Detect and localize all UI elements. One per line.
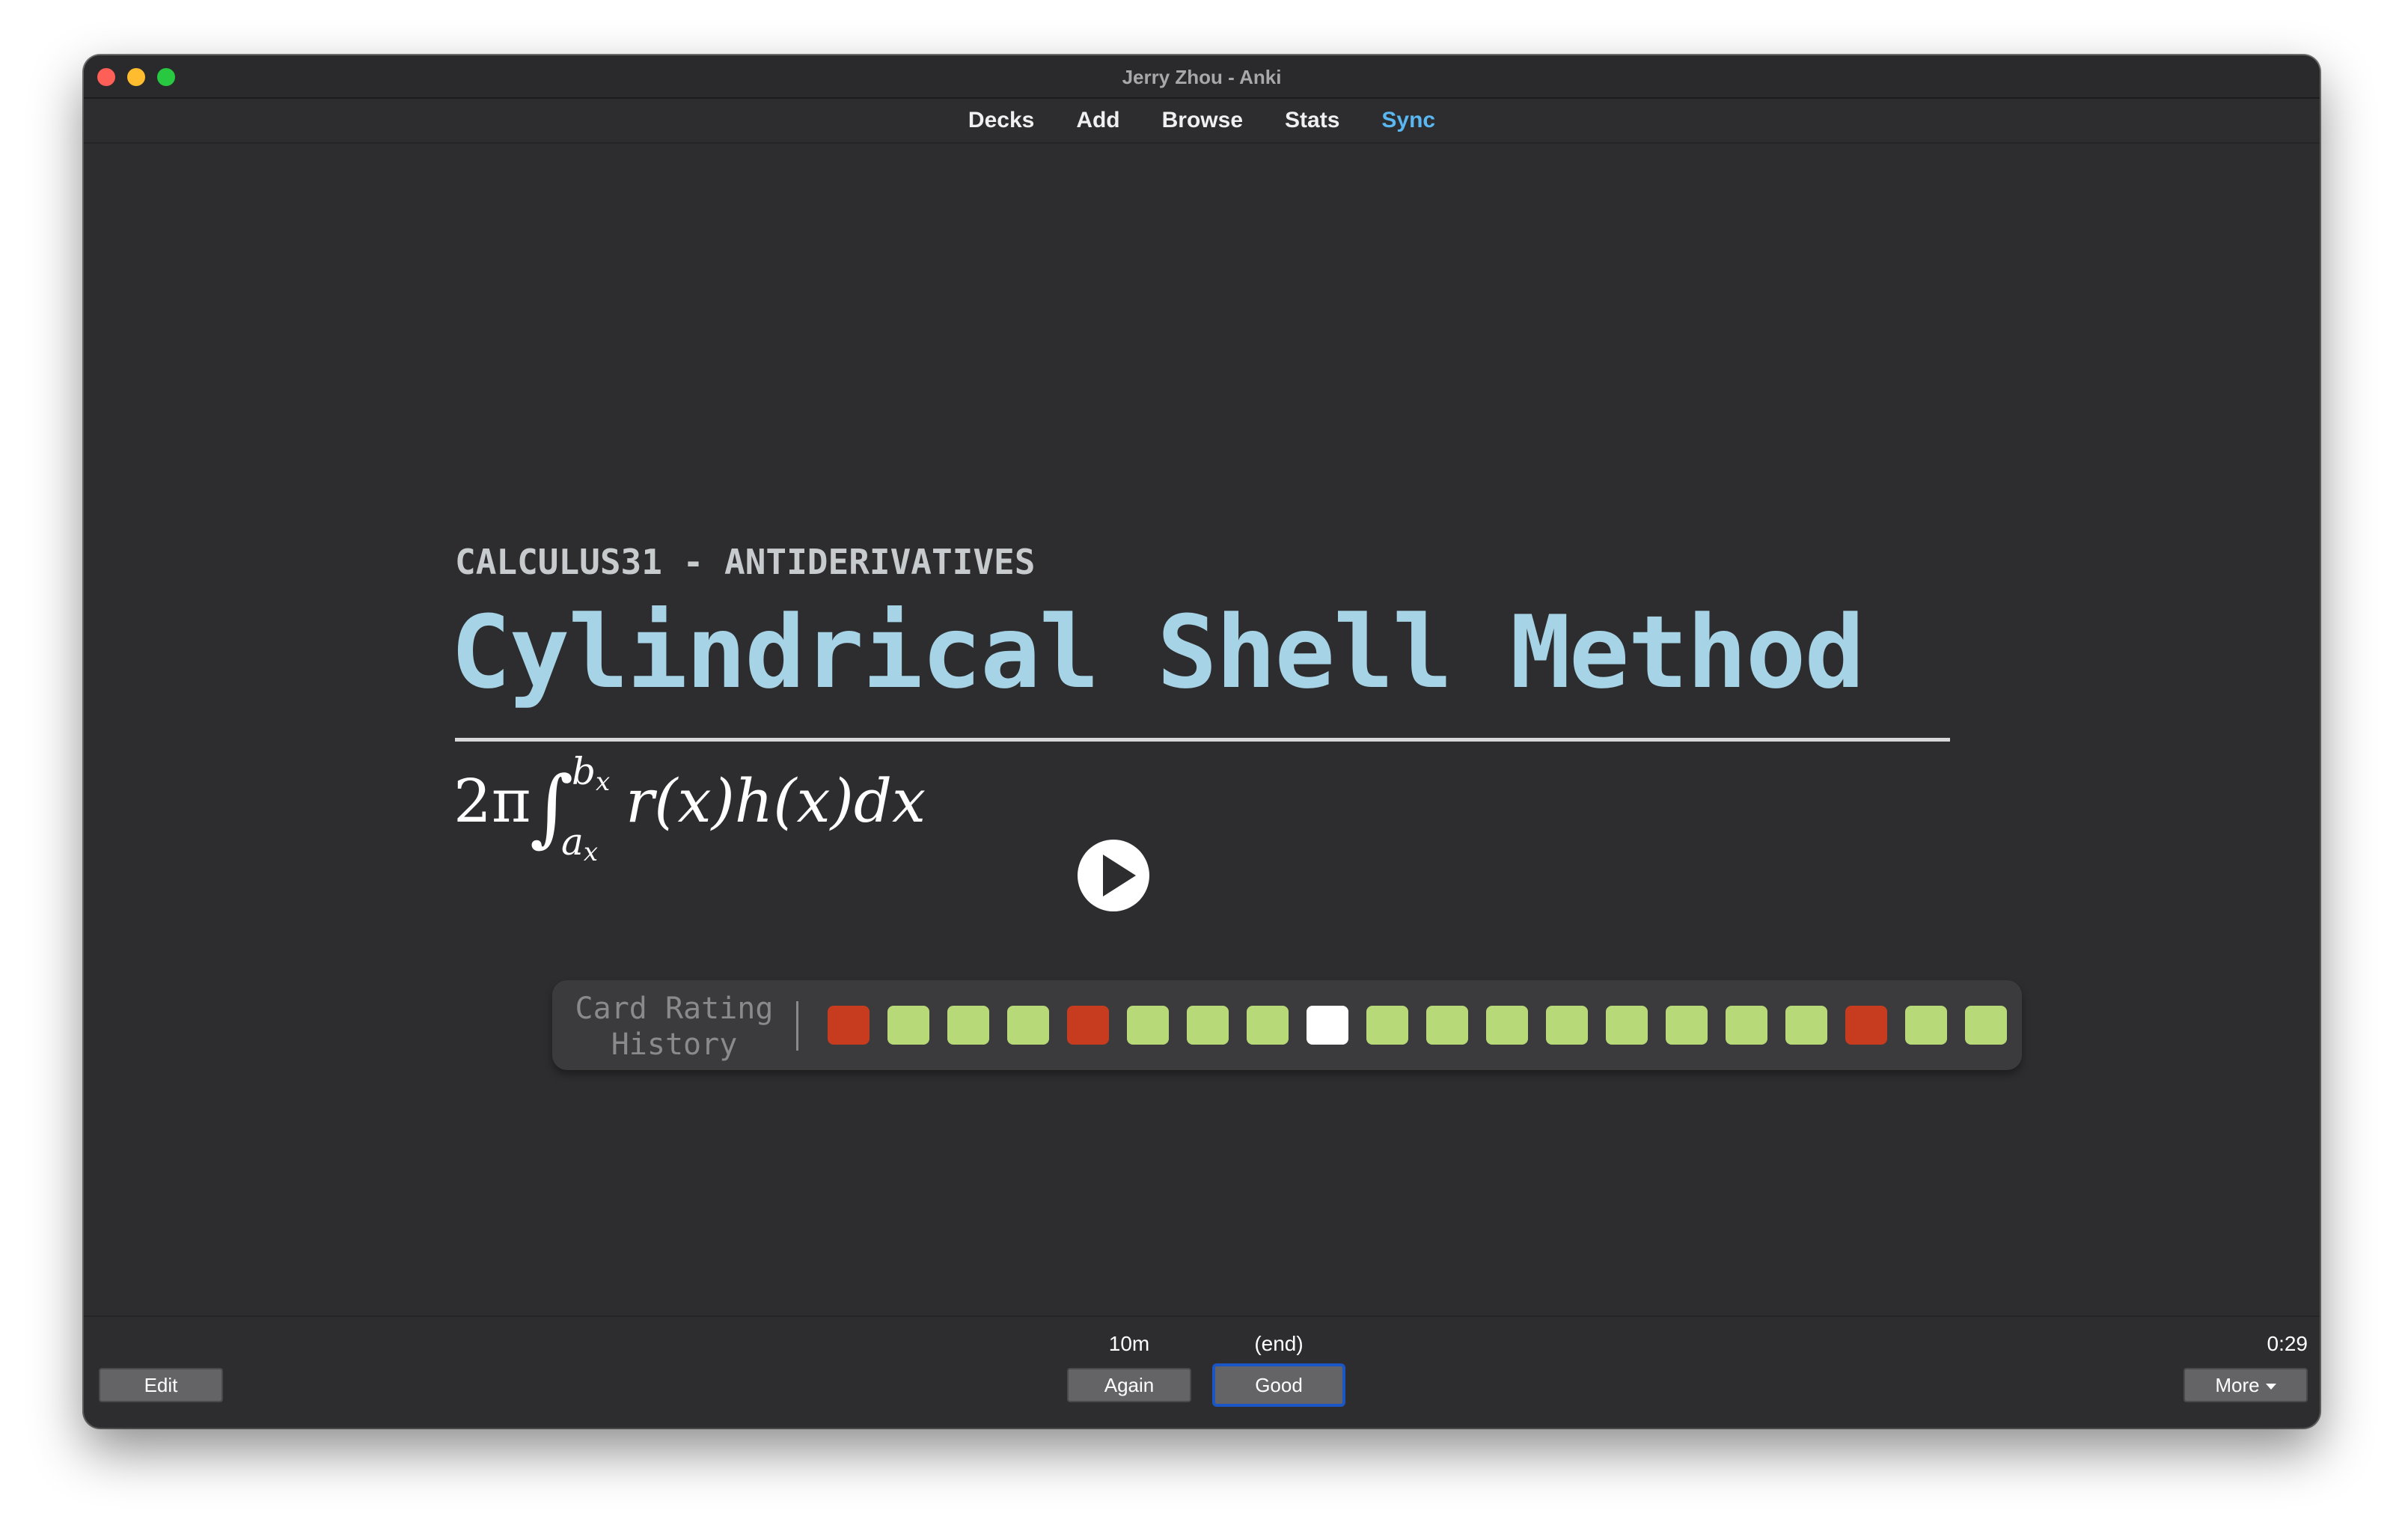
rating-square-again (1067, 1006, 1109, 1045)
rating-square-good (1726, 1006, 1767, 1045)
rating-square-current (1307, 1006, 1348, 1045)
title-divider (455, 738, 1950, 742)
lower-bound-subscript: x (583, 837, 598, 867)
rating-square-good (1007, 1006, 1049, 1045)
play-audio-button[interactable] (1078, 840, 1149, 911)
play-icon (1103, 855, 1136, 896)
again-interval: 10m (1108, 1332, 1150, 1355)
integral-upper-bound: bx (572, 750, 610, 797)
again-button[interactable]: Again (1067, 1368, 1191, 1402)
rating-square-good (1666, 1006, 1708, 1045)
history-divider (796, 1001, 798, 1051)
chevron-down-icon (2265, 1384, 2276, 1390)
lower-bound-symbol: a (561, 820, 584, 864)
history-label: Card Rating History (575, 991, 774, 1062)
rating-square-good (1606, 1006, 1648, 1045)
window-title: Jerry Zhou - Anki (1122, 66, 1282, 88)
rating-squares (828, 1006, 2007, 1045)
rating-square-good (1187, 1006, 1229, 1045)
toolbar-add[interactable]: Add (1055, 108, 1140, 133)
more-button[interactable]: More (2184, 1368, 2308, 1402)
rating-square-good (1546, 1006, 1588, 1045)
rating-square-good (1965, 1006, 2007, 1045)
toolbar-decks[interactable]: Decks (947, 108, 1055, 133)
card-title: Cylindrical Shell Method (450, 594, 1865, 711)
deck-name: CALCULUS31 - ANTIDERIVATIVES (455, 542, 1036, 582)
bottom-separator (84, 1316, 2320, 1317)
rating-square-good (1366, 1006, 1408, 1045)
title-bar: Jerry Zhou - Anki (84, 55, 2320, 99)
rating-square-good (1905, 1006, 1947, 1045)
rating-square-good (1127, 1006, 1169, 1045)
toolbar-browse[interactable]: Browse (1141, 108, 1264, 133)
rating-square-good (1426, 1006, 1468, 1045)
integrand: r(x)h(x)dx (626, 766, 926, 836)
anki-window: Jerry Zhou - Anki Decks Add Browse Stats… (84, 55, 2320, 1428)
good-button[interactable]: Good (1212, 1363, 1345, 1407)
good-interval: (end) (1254, 1332, 1304, 1355)
rating-square-again (1845, 1006, 1887, 1045)
review-timer: 0:29 (2267, 1332, 2308, 1355)
more-label: More (2215, 1373, 2260, 1396)
main-toolbar: Decks Add Browse Stats Sync (84, 99, 2320, 144)
rating-square-again (828, 1006, 870, 1045)
upper-bound-symbol: b (572, 750, 596, 793)
formula-lead: 2π (453, 766, 531, 836)
card-rating-history: Card Rating History (552, 980, 2022, 1070)
rating-square-good (947, 1006, 989, 1045)
edit-button[interactable]: Edit (99, 1368, 223, 1402)
rating-square-good (1785, 1006, 1827, 1045)
toolbar-stats[interactable]: Stats (1264, 108, 1360, 133)
upper-bound-subscript: x (596, 767, 611, 797)
toolbar-sync[interactable]: Sync (1360, 108, 1456, 133)
rating-square-good (1247, 1006, 1289, 1045)
rating-square-good (887, 1006, 929, 1045)
rating-square-good (1486, 1006, 1528, 1045)
integral-lower-bound: ax (561, 820, 598, 867)
